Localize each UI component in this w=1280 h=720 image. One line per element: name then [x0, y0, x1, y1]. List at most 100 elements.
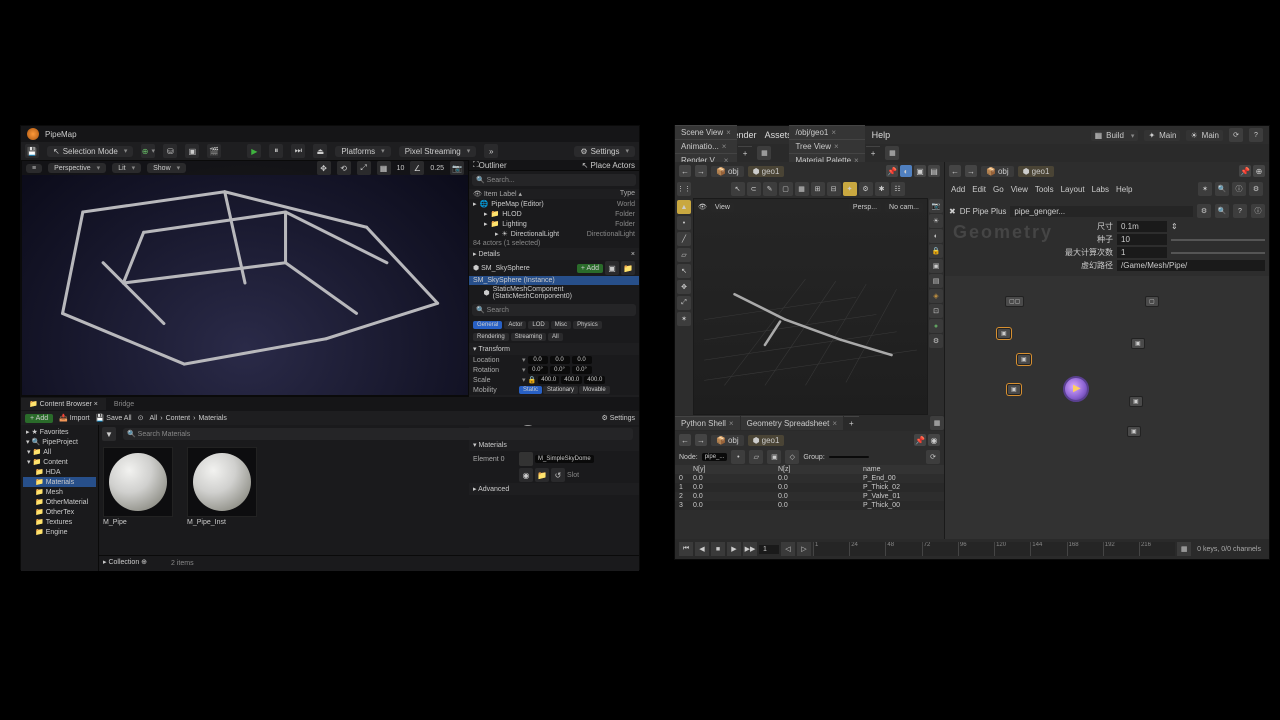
back-icon[interactable]: ←	[679, 165, 691, 177]
save-all-button[interactable]: 💾 Save All	[96, 414, 132, 422]
menu-item[interactable]: Layout	[1061, 185, 1085, 194]
tree-item[interactable]: 📁 Materials	[23, 477, 96, 487]
range-start-button[interactable]: ◁	[781, 542, 795, 556]
main-shelf-1[interactable]: ✦ Main	[1144, 130, 1180, 141]
marketplace-icon[interactable]: ⛁	[163, 144, 177, 158]
net-gear-icon[interactable]: ⚙	[1249, 182, 1263, 196]
node-8[interactable]: ▣	[1127, 426, 1141, 437]
filter-tab[interactable]: Misc	[551, 321, 571, 329]
pixel-streaming-dropdown[interactable]: Pixel Streaming	[399, 146, 477, 157]
content-tree[interactable]: ▸★ Favorites ▾🔍 PipeProject ▾ 📁 All▾ 📁 C…	[21, 425, 99, 571]
node-5[interactable]: ▢	[1145, 296, 1159, 307]
filter-tab[interactable]: Physics	[573, 321, 602, 329]
vtx-icon[interactable]: ◇	[785, 450, 799, 464]
tree-item[interactable]: ▾ 📁 All	[23, 447, 96, 457]
python-shell-tab[interactable]: Python Shell ×	[675, 416, 740, 430]
node-4[interactable]: ▣	[1007, 384, 1021, 395]
update-icon[interactable]: ⟳	[1229, 128, 1243, 142]
detail-icon[interactable]: ▣	[767, 450, 781, 464]
stop-button[interactable]: ■	[711, 542, 725, 556]
disp1-icon[interactable]: ▣	[929, 259, 943, 273]
op-name-field[interactable]: pipe_genger...	[1010, 206, 1193, 217]
pane-menu-icon[interactable]: ▦	[757, 146, 771, 160]
blueprints-icon[interactable]: ▣	[185, 144, 199, 158]
cam-icon[interactable]: 📷	[929, 199, 943, 213]
menu-item[interactable]: Assets	[765, 130, 792, 140]
close-icon[interactable]: ×	[631, 251, 635, 258]
link3-icon[interactable]: ⊕	[1253, 165, 1265, 177]
node-field[interactable]: pipe_...	[702, 453, 728, 461]
disp2-icon[interactable]: ▤	[929, 274, 943, 288]
tree-item[interactable]: 📁 Engine	[23, 527, 96, 537]
view-label[interactable]: View	[711, 203, 734, 212]
back-icon[interactable]: ←	[679, 434, 691, 446]
vis-icon[interactable]: ◈	[929, 289, 943, 303]
stepper-icon[interactable]: ⇕	[1171, 222, 1178, 231]
link-icon[interactable]: ◉	[928, 434, 940, 446]
path-obj-2[interactable]: 📦 obj	[711, 435, 744, 446]
display-icon-2[interactable]: ▤	[928, 165, 940, 177]
pane-tab[interactable]: Animatio... ×	[675, 139, 737, 153]
prev-frame-button[interactable]: ◀	[695, 542, 709, 556]
bridge-tab[interactable]: Bridge	[106, 399, 142, 410]
outliner-row[interactable]: ▸📁LightingFolder	[469, 219, 639, 229]
tool-layout-icon[interactable]: ☷	[891, 182, 905, 196]
tree-item[interactable]: 📁 Mesh	[23, 487, 96, 497]
stop-button[interactable]: ⏏	[313, 144, 327, 158]
scale-icon[interactable]: ⤢	[677, 296, 691, 310]
filter-tab[interactable]: Actor	[504, 321, 526, 329]
ghost-icon[interactable]: ◐	[900, 165, 912, 177]
menu-item[interactable]: Tools	[1035, 185, 1054, 194]
seed-field[interactable]: 10	[1117, 234, 1167, 245]
tree-item[interactable]: 📁 OtherTex	[23, 507, 96, 517]
tree-item[interactable]: 📁 HDA	[23, 467, 96, 477]
pin3-icon[interactable]: 📌	[1239, 165, 1251, 177]
add-tab-button-r[interactable]: +	[866, 146, 881, 160]
forward-icon[interactable]: →	[695, 434, 707, 446]
gear2-icon[interactable]: ⚙	[929, 334, 943, 348]
menu-item[interactable]: View	[1011, 185, 1028, 194]
outliner-tree[interactable]: ▸🌐PipeMap (Editor)World▸📁HLODFolder▸📁Lig…	[469, 199, 639, 239]
display-icon[interactable]: ▣	[914, 165, 926, 177]
content-browser-tab[interactable]: 📁 Content Browser ×	[21, 398, 106, 410]
prims-icon[interactable]: ▱	[749, 450, 763, 464]
breadcrumb[interactable]: All›Content›Materials	[149, 415, 226, 422]
tool-box-icon[interactable]: ▢	[779, 182, 793, 196]
blueprint-icon[interactable]: ▣	[605, 261, 619, 275]
net-snap-icon[interactable]: ✶	[1198, 182, 1212, 196]
outliner-row[interactable]: ▸☀DirectionalLightDirectionalLight	[469, 229, 639, 239]
tool-lasso-icon[interactable]: ⊂	[747, 182, 761, 196]
filter-icon[interactable]: ▼	[102, 427, 116, 441]
material-asset[interactable]: M_Pipe	[103, 447, 181, 528]
tool-sel-icon[interactable]: ▦	[795, 182, 809, 196]
forward-icon[interactable]: →	[695, 165, 707, 177]
ue-viewport[interactable]: ≡ Perspective Lit Show ✥ ⟲ ⤢ ▦ 10 ∠ 0.25…	[21, 160, 469, 396]
maxiter-slider[interactable]	[1171, 252, 1265, 254]
back-icon[interactable]: ←	[949, 165, 961, 177]
skip-button[interactable]: ⏭	[291, 144, 305, 158]
table-row[interactable]: 20.00.0P_Valve_01	[675, 492, 944, 501]
play-button[interactable]: ▶	[727, 542, 741, 556]
light-icon[interactable]: ☀	[929, 214, 943, 228]
menu-item[interactable]: Go	[993, 185, 1004, 194]
pane-tab[interactable]: /obj/geo1 ×	[789, 125, 864, 139]
tool-snap-icon[interactable]: ⊞	[811, 182, 825, 196]
pane-tab[interactable]: Tree View ×	[789, 139, 864, 153]
tool-labs-icon[interactable]: ✦	[843, 182, 857, 196]
table-row[interactable]: 30.00.0P_Thick_00	[675, 501, 944, 510]
cb-settings[interactable]: ⚙ Settings	[601, 414, 635, 422]
pane-tab[interactable]: Scene View ×	[675, 125, 737, 139]
nocam-dropdown[interactable]: No cam...	[885, 203, 923, 212]
axis-icon[interactable]: ✶	[677, 312, 691, 326]
browse-icon[interactable]: 📁	[621, 261, 635, 275]
add-tab-button[interactable]: +	[738, 146, 753, 160]
build-shelf[interactable]: ▦ Build	[1091, 130, 1139, 141]
menu-item[interactable]: Add	[951, 185, 965, 194]
current-frame[interactable]: 1	[759, 545, 779, 554]
table-row[interactable]: 00.00.0P_End_00	[675, 474, 944, 483]
group-field[interactable]	[829, 456, 869, 458]
tool-brush-icon[interactable]: ✎	[763, 182, 777, 196]
path-geo-3[interactable]: ⬢ geo1	[1018, 166, 1055, 177]
parm-search-icon[interactable]: 🔍	[1215, 204, 1229, 218]
play-button[interactable]: ▶	[247, 144, 261, 158]
